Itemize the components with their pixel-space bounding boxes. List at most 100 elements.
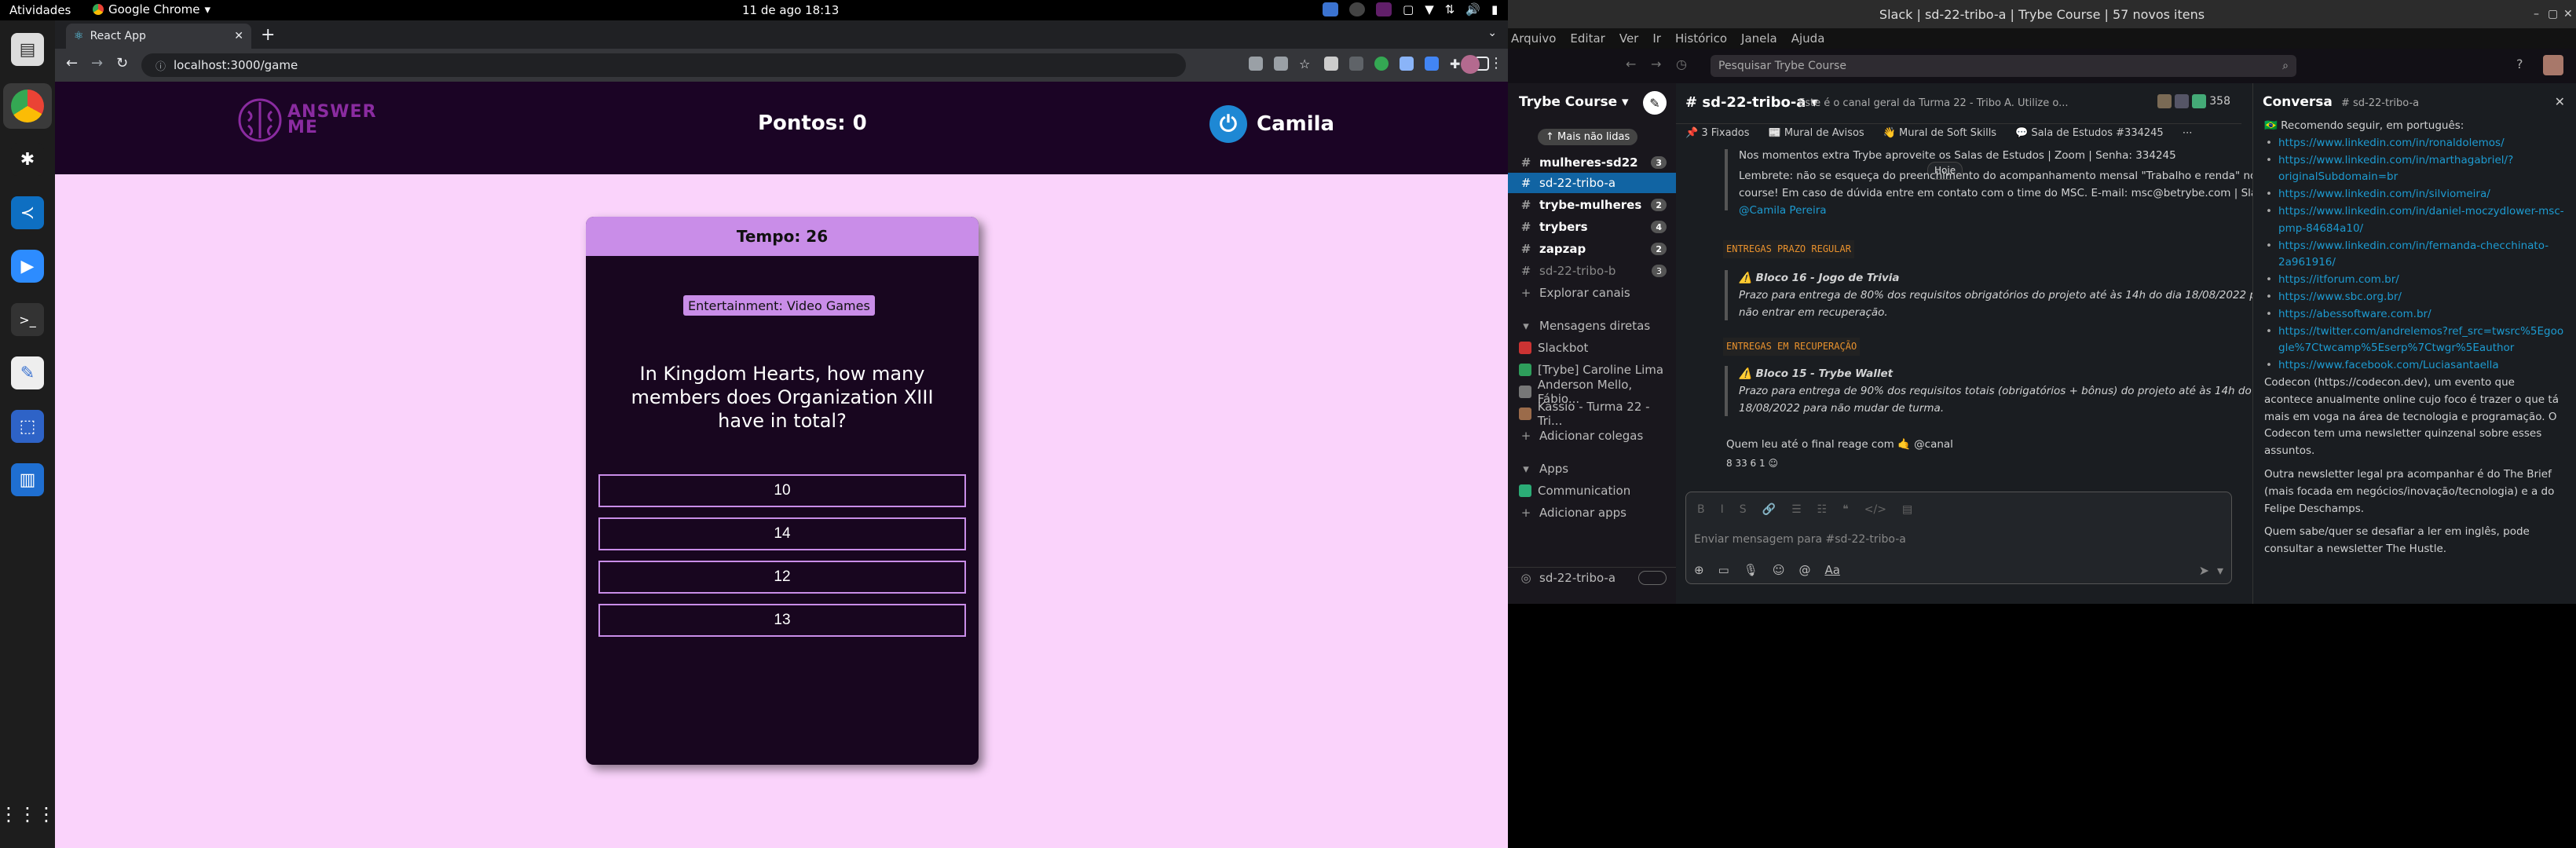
thread-link[interactable]: https://www.linkedin.com/in/silviomeira/	[2278, 188, 2490, 200]
extension-icon[interactable]	[1349, 57, 1363, 71]
system-tray[interactable]: ▢ ▼ ⇅ 🔊 ▮ ⏻ ▾	[1323, 2, 1528, 16]
add-apps[interactable]: + Adicionar apps	[1508, 503, 1676, 523]
menu-ir[interactable]: Ir	[1652, 31, 1661, 46]
sidebar-item-channel[interactable]: # sd-22-tribo-a	[1508, 173, 1676, 193]
thread-link[interactable]: https://www.linkedin.com/in/fernanda-che…	[2278, 239, 2549, 269]
microphone-icon[interactable]: 🎙	[1744, 563, 1758, 577]
mention-icon[interactable]: @	[1798, 563, 1810, 577]
help-icon[interactable]: ?	[2516, 57, 2523, 71]
compose-icon[interactable]: ✎	[1643, 91, 1667, 115]
forward-icon[interactable]: →	[1651, 57, 1661, 71]
close-icon[interactable]: ✕	[2555, 94, 2565, 109]
info-icon[interactable]: ⓘ	[156, 58, 166, 73]
emoji-icon[interactable]: ☺	[1773, 563, 1785, 577]
mention-link[interactable]: @Camila Pereira	[1739, 203, 1827, 219]
reactions[interactable]: 8 33 6 1 ☺	[1726, 455, 1778, 472]
show-apps-icon[interactable]: ⋮⋮⋮	[0, 798, 56, 831]
menu-historico[interactable]: Histórico	[1675, 31, 1727, 46]
blockquote-icon[interactable]: ❝	[1842, 503, 1849, 516]
minimize-icon[interactable]: –	[2534, 8, 2539, 20]
back-icon[interactable]: ←	[1626, 57, 1636, 71]
unread-pill[interactable]: ↑ Mais não lidas	[1538, 129, 1638, 145]
history-icon[interactable]: ◷	[1676, 57, 1687, 71]
sidebar-item-channel[interactable]: # trybers 4	[1508, 217, 1676, 237]
trello-icon[interactable]: ▥	[11, 463, 44, 496]
tray-app-icon[interactable]	[1323, 2, 1338, 16]
send-icon[interactable]: ➤	[2199, 563, 2209, 578]
bold-icon[interactable]: B	[1697, 503, 1705, 516]
star-icon[interactable]: ☆	[1299, 57, 1313, 71]
bookmark[interactable]: 📰 Mural de Avisos	[1769, 127, 1864, 139]
chrome-dock-icon[interactable]	[11, 90, 44, 122]
code-icon[interactable]: </>	[1864, 503, 1886, 516]
bookmark[interactable]: 💬 Sala de Estudos #334245	[2015, 127, 2164, 139]
thread-channel[interactable]: # sd-22-tribo-a	[2341, 97, 2419, 109]
italic-icon[interactable]: I	[1721, 503, 1724, 516]
kebab-menu-icon[interactable]: ⋮	[1489, 55, 1503, 71]
reaction-counts[interactable]: 8 33 6 1	[1726, 458, 1766, 469]
strike-icon[interactable]: S	[1740, 503, 1747, 516]
workspace-name[interactable]: Trybe Course ▾	[1519, 94, 1629, 110]
slack-icon[interactable]: ✱	[11, 143, 44, 176]
link-icon[interactable]: 🔗	[1762, 503, 1776, 516]
huddle-toggle[interactable]	[1638, 570, 1667, 585]
menu-ajuda[interactable]: Ajuda	[1791, 31, 1825, 46]
text-editor-icon[interactable]: ✎	[11, 356, 44, 389]
bullet-list-icon[interactable]: ☷	[1817, 503, 1828, 516]
close-tab-icon[interactable]: ✕	[234, 30, 243, 42]
thread-link[interactable]: https://www.linkedin.com/in/marthagabrie…	[2278, 154, 2513, 184]
maximize-icon[interactable]: ▢	[2548, 8, 2558, 20]
menu-janela[interactable]: Janela	[1741, 31, 1777, 46]
explore-channels[interactable]: + Explorar canais	[1508, 283, 1676, 303]
terminal-icon[interactable]: >_	[11, 303, 44, 336]
bookmark[interactable]: 👋 Mural de Soft Skills	[1883, 127, 1996, 139]
network-icon[interactable]: ⇅	[1445, 2, 1455, 16]
thread-link[interactable]: https://abessoftware.com.br/	[2278, 308, 2431, 320]
app-item[interactable]: Communication	[1508, 481, 1676, 501]
extension-icon[interactable]	[1324, 57, 1338, 71]
screenshot-icon[interactable]: ⬚	[11, 410, 44, 443]
add-reaction-icon[interactable]: ☺	[1768, 458, 1778, 469]
sidebar-item-channel[interactable]: # trybe-mulheres 2	[1508, 195, 1676, 215]
close-icon[interactable]: ✕	[2563, 8, 2573, 20]
search-icon[interactable]: ⌕	[2282, 60, 2289, 72]
composer-input[interactable]: Enviar mensagem para #sd-22-tribo-a	[1694, 533, 1906, 546]
clock[interactable]: 11 de ago 18:13	[742, 3, 839, 17]
pinned-bookmark[interactable]: 📌 3 Fixados	[1685, 127, 1750, 139]
reload-icon[interactable]: ↻	[116, 55, 128, 71]
share-icon[interactable]	[1274, 57, 1288, 71]
answer-button[interactable]: 13	[598, 604, 966, 637]
more-bookmarks-icon[interactable]: ⋯	[2183, 127, 2193, 139]
apps-section-header[interactable]: ▾ Apps	[1508, 459, 1676, 479]
new-tab-button[interactable]: +	[261, 25, 275, 45]
files-icon[interactable]: ▤	[11, 33, 44, 66]
battery-icon[interactable]: ▮	[1491, 2, 1498, 16]
huddle-footer[interactable]: ◎ sd-22-tribo-a	[1508, 567, 1676, 587]
dm-item[interactable]: Slackbot	[1508, 338, 1676, 358]
answer-button[interactable]: 14	[598, 517, 966, 550]
answer-button[interactable]: 10	[598, 474, 966, 507]
search-input[interactable]: Pesquisar Trybe Course ⌕	[1711, 55, 2296, 77]
sidebar-item-channel[interactable]: # mulheres-sd22 3	[1508, 152, 1676, 173]
tray-chrome-icon[interactable]	[1349, 2, 1365, 16]
address-bar[interactable]: ⓘ localhost:3000/game	[141, 53, 1186, 77]
forward-icon[interactable]: →	[91, 55, 103, 71]
thread-link[interactable]: https://www.sbc.org.br/	[2278, 291, 2402, 303]
ordered-list-icon[interactable]: ☰	[1791, 503, 1802, 516]
format-icon[interactable]: Aa	[1824, 563, 1839, 577]
menu-arquivo[interactable]: Arquivo	[1511, 31, 1556, 46]
dm-item[interactable]: Kassio - Turma 22 - Tri...	[1508, 400, 1676, 428]
thread-link[interactable]: https://www.linkedin.com/in/ronaldolemos…	[2278, 137, 2505, 149]
channel-topic[interactable]: Este é o canal geral da Turma 22 - Tribo…	[1798, 97, 2081, 109]
vscode-icon[interactable]: ≺	[11, 196, 44, 229]
video-icon[interactable]: ▭	[1718, 563, 1729, 577]
volume-icon[interactable]: 🔊	[1465, 2, 1480, 16]
answer-button[interactable]: 12	[598, 561, 966, 594]
user-avatar[interactable]	[2543, 55, 2563, 75]
sidebar-item-channel[interactable]: # sd-22-tribo-b 3	[1508, 261, 1676, 281]
app-menu[interactable]: Google Chrome ▾	[93, 2, 210, 16]
tab-react-app[interactable]: ⚛ React App ✕	[66, 24, 251, 49]
extension-icon[interactable]	[1374, 57, 1389, 71]
add-colleagues[interactable]: + Adicionar colegas	[1508, 426, 1676, 446]
translate-icon[interactable]	[1249, 57, 1263, 71]
